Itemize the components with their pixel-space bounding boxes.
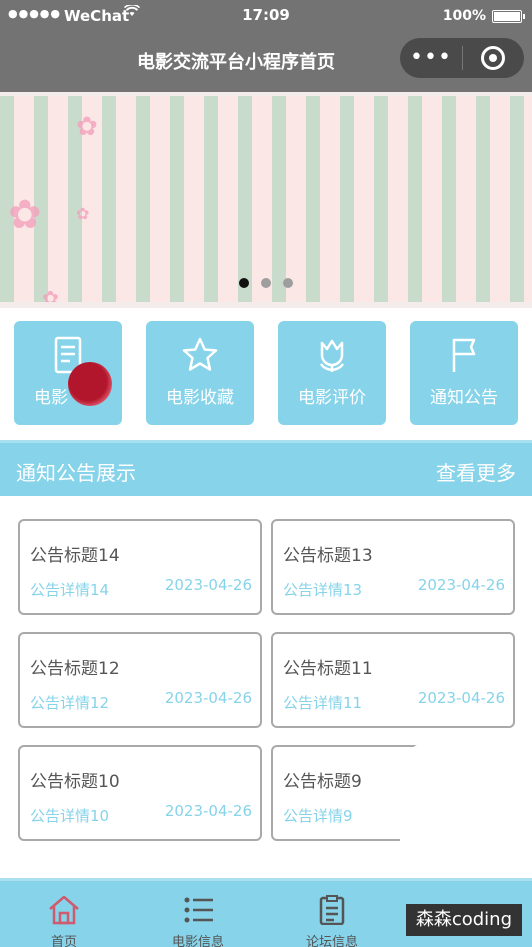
notice-card[interactable]: 公告标题12 公告详情12 2023-04-26	[18, 632, 262, 728]
notice-detail: 公告详情13	[283, 581, 363, 599]
more-menu-button[interactable]: •••	[400, 47, 462, 69]
battery-percent: 100%	[442, 8, 486, 24]
notice-title: 公告标题11	[283, 659, 373, 679]
tab-home[interactable]: 首页	[14, 895, 114, 947]
list-icon	[184, 897, 213, 923]
banner-swiper[interactable]: ✿ ✿ ✿ ✿	[0, 92, 532, 308]
notice-title: 公告标题10	[30, 772, 120, 792]
tab-label: 电影信息	[171, 935, 224, 947]
notice-detail: 公告详情12	[30, 694, 110, 712]
notice-title: 公告标题13	[283, 546, 373, 566]
overlay-patch	[400, 742, 532, 878]
banner-dot[interactable]	[283, 278, 293, 288]
view-more-link[interactable]: 查看更多	[436, 457, 516, 486]
tulip-icon	[319, 339, 345, 372]
notice-date: 2023-04-26	[164, 802, 252, 820]
notice-date: 2023-04-26	[417, 689, 505, 707]
menu-item-notices[interactable]: 通知公告	[410, 321, 518, 425]
notice-title: 公告标题12	[30, 659, 120, 679]
blossom-decoration: ✿	[76, 204, 90, 223]
watermark: 森森coding	[405, 904, 522, 936]
notice-detail: 公告详情9	[283, 807, 353, 825]
notice-title: 公告标题9	[283, 772, 362, 792]
close-miniprogram-button[interactable]	[463, 46, 523, 70]
tab-label: 论坛信息	[305, 935, 358, 947]
menu-item-label: 电影收藏	[166, 388, 234, 408]
touch-indicator	[68, 362, 112, 406]
tab-forum[interactable]: 论坛信息	[282, 895, 382, 947]
banner-indicator	[0, 278, 532, 288]
clipboard-icon	[319, 895, 345, 925]
notice-title: 公告标题14	[30, 546, 120, 566]
notice-detail: 公告详情11	[283, 694, 363, 712]
tab-label: 首页	[50, 935, 77, 947]
miniprogram-capsule: •••	[400, 38, 524, 78]
notice-card[interactable]: 公告标题14 公告详情14 2023-04-26	[18, 519, 262, 615]
notice-date: 2023-04-26	[164, 576, 252, 594]
notice-detail: 公告详情14	[30, 581, 110, 599]
menu-item-label: 电影	[34, 388, 68, 408]
menu-item-reviews[interactable]: 电影评价	[278, 321, 386, 425]
notice-date: 2023-04-26	[417, 576, 505, 594]
target-icon	[481, 46, 505, 70]
home-icon	[49, 895, 79, 925]
status-bar: ●●●●● WeChat 17:09 100%	[0, 0, 532, 32]
notices-header: 通知公告展示 查看更多	[0, 440, 532, 496]
menu-item-label: 电影评价	[298, 388, 366, 408]
blossom-decoration: ✿	[8, 192, 42, 238]
battery-icon	[492, 10, 525, 23]
top-bar: ●●●●● WeChat 17:09 100% 电影交流平台小程序首页 •••	[0, 0, 532, 92]
section-title: 通知公告展示	[16, 461, 136, 485]
blossom-decoration: ✿	[76, 112, 98, 142]
star-icon	[182, 337, 218, 371]
tab-movie-info[interactable]: 电影信息	[148, 895, 248, 947]
notice-card[interactable]: 公告标题13 公告详情13 2023-04-26	[271, 519, 515, 615]
flag-icon	[452, 338, 476, 372]
menu-item-favorites[interactable]: 电影收藏	[146, 321, 254, 425]
notice-card[interactable]: 公告标题11 公告详情11 2023-04-26	[271, 632, 515, 728]
notice-detail: 公告详情10	[30, 807, 110, 825]
notice-card[interactable]: 公告标题10 公告详情10 2023-04-26	[18, 745, 262, 841]
notice-date: 2023-04-26	[164, 689, 252, 707]
menu-item-label: 通知公告	[430, 388, 498, 408]
banner-dot[interactable]	[261, 278, 271, 288]
banner-dot[interactable]	[239, 278, 249, 288]
